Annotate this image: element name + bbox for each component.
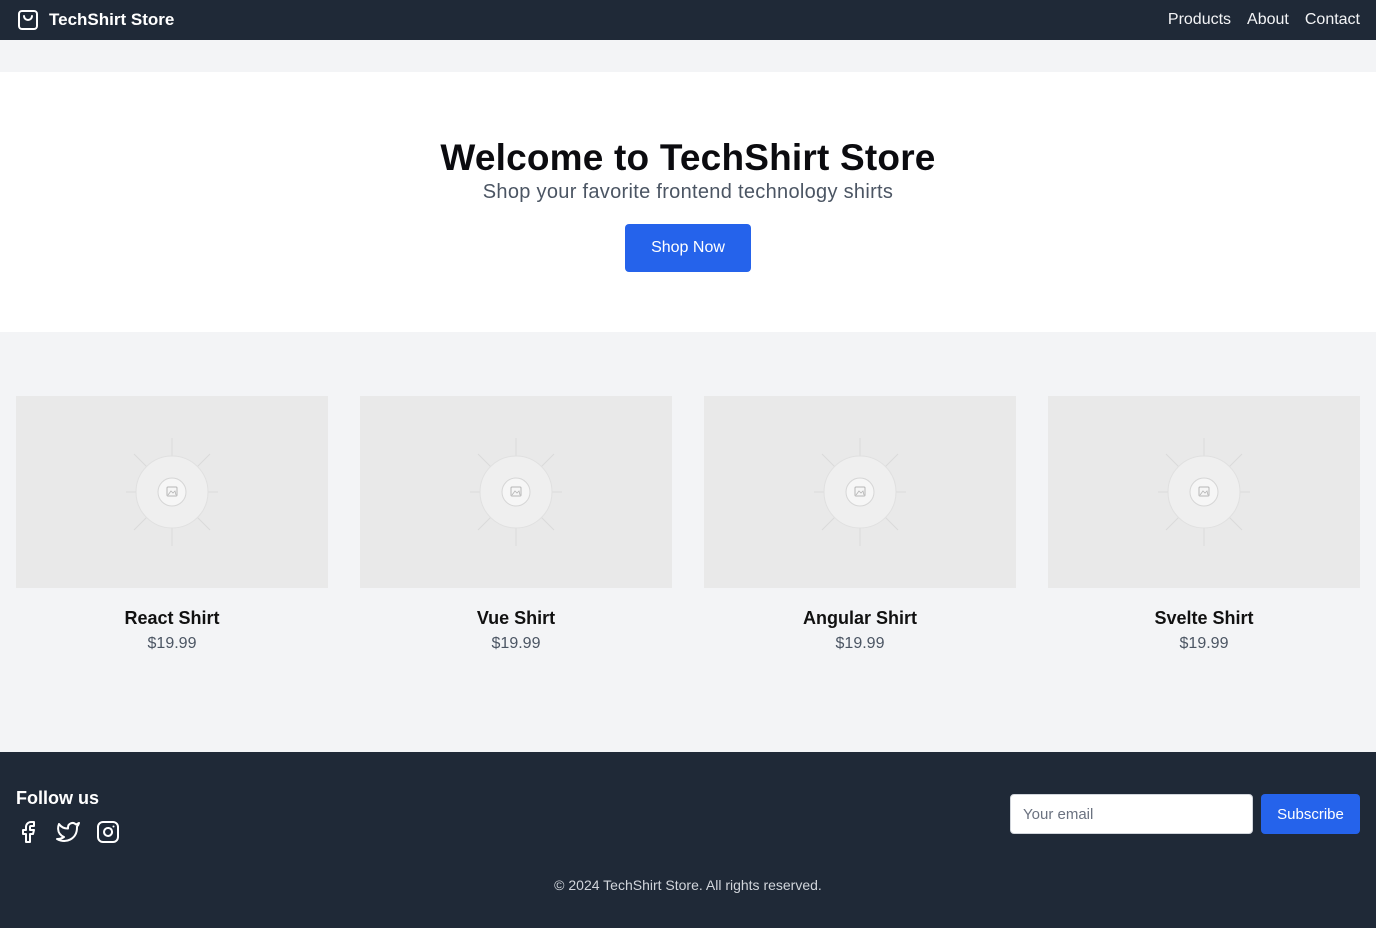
product-card[interactable]: React Shirt $19.99 <box>16 396 328 752</box>
product-card[interactable]: Vue Shirt $19.99 <box>360 396 672 752</box>
product-name: React Shirt <box>124 608 220 628</box>
product-card[interactable]: Svelte Shirt $19.99 <box>1048 396 1360 752</box>
product-image <box>1048 396 1360 588</box>
product-price: $19.99 <box>147 635 197 652</box>
navbar: TechShirt Store Products About Contact <box>0 0 1376 40</box>
footer: Follow us Subscribe © 2024 TechShirt Sto… <box>0 752 1376 928</box>
facebook-icon[interactable] <box>16 820 40 844</box>
top-spacer <box>0 40 1376 72</box>
hero-section: Welcome to TechShirt Store Shop your fav… <box>0 72 1376 332</box>
copyright-text: © 2024 TechShirt Store. All rights reser… <box>554 877 822 893</box>
shop-now-button[interactable]: Shop Now <box>625 224 751 272</box>
product-price: $19.99 <box>491 635 541 652</box>
email-input[interactable] <box>1010 794 1253 834</box>
hero-title: Welcome to TechShirt Store <box>440 137 936 178</box>
product-price: $19.99 <box>1179 635 1229 652</box>
social-links <box>16 820 120 844</box>
product-grid: React Shirt $19.99 Vue Shirt $19.99 Angu… <box>0 332 1376 752</box>
shopping-bag-icon <box>16 8 40 32</box>
follow-us-heading: Follow us <box>16 788 99 808</box>
hero-subtitle: Shop your favorite frontend technology s… <box>482 181 894 203</box>
product-name: Angular Shirt <box>802 608 917 628</box>
nav-link-contact[interactable]: Contact <box>1305 11 1360 29</box>
twitter-icon[interactable] <box>56 820 80 844</box>
product-image <box>16 396 328 588</box>
instagram-icon[interactable] <box>96 820 120 844</box>
product-price: $19.99 <box>835 635 885 652</box>
nav-link-about[interactable]: About <box>1247 11 1289 29</box>
product-image <box>704 396 1016 588</box>
brand-link[interactable]: TechShirt Store <box>16 8 174 32</box>
brand-name: TechShirt Store <box>49 10 175 29</box>
product-name: Svelte Shirt <box>1154 608 1254 628</box>
subscribe-form: Subscribe <box>1010 794 1360 834</box>
subscribe-button[interactable]: Subscribe <box>1261 794 1360 834</box>
product-image <box>360 396 672 588</box>
nav-links: Products About Contact <box>1168 11 1360 29</box>
product-name: Vue Shirt <box>476 608 556 628</box>
nav-link-products[interactable]: Products <box>1168 11 1231 29</box>
product-card[interactable]: Angular Shirt $19.99 <box>704 396 1016 752</box>
